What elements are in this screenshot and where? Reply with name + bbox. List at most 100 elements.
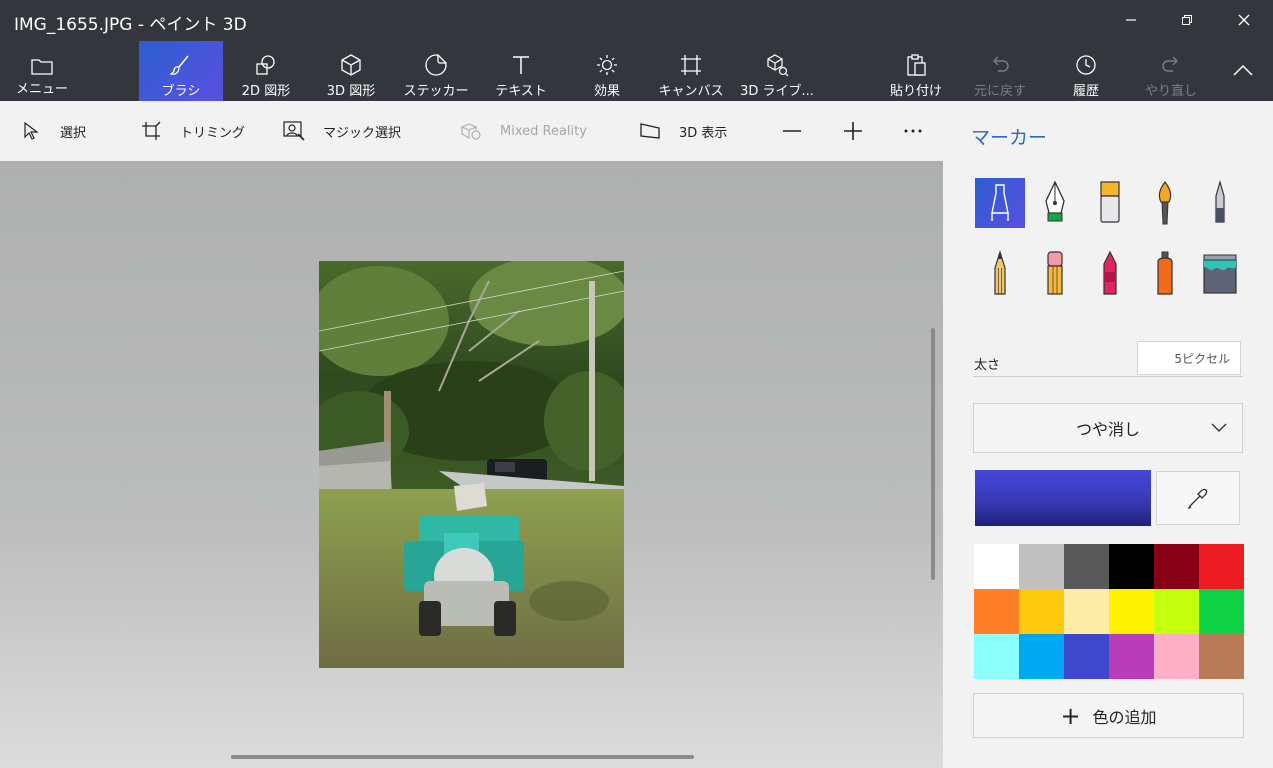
crop-label: トリミング [180,125,246,141]
vertical-scrollbar[interactable] [931,328,935,580]
palette-swatch[interactable] [1109,589,1154,634]
pencil-brush[interactable] [975,248,1025,298]
palette-swatch[interactable] [974,634,1019,679]
palette-swatch[interactable] [1154,589,1199,634]
palette-swatch[interactable] [1064,634,1109,679]
palette-swatch[interactable] [1199,544,1244,589]
palette-swatch[interactable] [1019,544,1064,589]
oil-brush[interactable] [1085,178,1135,228]
fill-bucket-icon [1203,254,1237,294]
minimize-button[interactable] [1116,8,1146,32]
menu-button[interactable]: メニュー [6,41,78,101]
eyedropper-icon [1187,488,1208,509]
canvas-crop-icon [681,55,701,75]
tab-2d-shapes[interactable]: 2D 図形 [229,41,303,101]
palette-swatch[interactable] [974,544,1019,589]
minus-icon [783,130,801,132]
eraser-icon [1047,251,1063,295]
palette-swatch[interactable] [1109,634,1154,679]
3d-view-icon [640,123,660,139]
tab-canvas-label: キャンバス [658,84,724,99]
redo-label: やり直し [1144,84,1197,99]
menu-label: メニュー [15,82,68,97]
chevron-up-icon [1233,64,1253,76]
crop-button[interactable]: トリミング [140,118,245,144]
tab-3d-library-label: 3D ライブ... [740,84,814,99]
close-button[interactable] [1229,8,1259,32]
thickness-label: 太さ [974,358,1001,373]
palette-swatch[interactable] [974,589,1019,634]
tab-3d-shapes-label: 3D 図形 [326,84,376,99]
palette-swatch[interactable] [1019,589,1064,634]
crayon-brush[interactable] [1085,248,1135,298]
more-dots-icon [904,129,922,133]
fill-bucket-brush[interactable] [1195,248,1245,298]
more-options-button[interactable] [903,118,923,144]
add-color-button[interactable]: + 色の追加 [973,693,1244,738]
history-label: 履歴 [1072,84,1099,99]
history-clock-icon [1076,55,1096,75]
paste-label: 貼り付け [889,84,942,99]
cursor-arrow-icon [24,122,39,140]
eraser-brush[interactable] [1030,248,1080,298]
add-color-label: 色の追加 [1092,707,1157,727]
canvas-photo[interactable] [319,261,624,668]
palette-swatch[interactable] [1154,634,1199,679]
horizontal-scrollbar[interactable] [231,755,694,759]
palette-swatch[interactable] [1064,589,1109,634]
paste-icon [907,54,926,76]
palette-swatch[interactable] [1019,634,1064,679]
calligraphy-pen-brush[interactable] [1030,178,1080,228]
palette-swatch[interactable] [1109,544,1154,589]
thickness-input[interactable]: 5ピクセル [1137,341,1241,375]
3d-cube-icon [341,54,361,76]
pixel-pen-brush[interactable] [1195,178,1245,228]
undo-button[interactable]: 元に戻す [964,41,1036,101]
plus-icon [844,122,862,140]
history-button[interactable]: 履歴 [1050,41,1122,101]
restore-button[interactable] [1172,8,1202,32]
select-button[interactable]: 選択 [20,118,86,144]
2d-shapes-icon [256,55,275,75]
current-color-swatch[interactable] [975,470,1151,526]
mixed-reality-button[interactable]: Mixed Reality [460,118,587,144]
tab-3d-library[interactable]: 3D ライブ... [737,41,817,101]
thickness-slider[interactable] [973,376,1243,377]
spray-can-brush[interactable] [1140,248,1190,298]
chevron-down-icon [1211,423,1227,432]
top-bar: IMG_1655.JPG - ペイント 3D メニュー ブラシ 2D 図形 3D… [0,0,1273,101]
text-icon [513,56,529,74]
marker-brush[interactable] [975,178,1025,228]
close-icon [1238,14,1250,26]
eyedropper-button[interactable] [1156,471,1240,525]
finish-dropdown[interactable]: つや消し [973,403,1243,453]
tab-3d-shapes[interactable]: 3D 図形 [314,41,388,101]
3d-library-icon [767,54,789,77]
palette-swatch[interactable] [1199,634,1244,679]
tab-stickers[interactable]: ステッカー [398,41,474,101]
window-title: IMG_1655.JPG - ペイント 3D [14,15,247,35]
paste-button[interactable]: 貼り付け [880,41,952,101]
photo-image [319,261,624,668]
palette-swatch[interactable] [1199,589,1244,634]
tab-effects[interactable]: 効果 [570,41,644,101]
zoom-in-button[interactable] [843,118,863,144]
minimize-icon [1126,19,1136,21]
oil-brush-icon [1100,181,1120,223]
magic-select-button[interactable]: マジック選択 [283,118,401,144]
collapse-toolbar-button[interactable] [1228,58,1258,82]
mixed-reality-label: Mixed Reality [500,123,587,139]
undo-label: 元に戻す [973,84,1026,99]
3d-view-button[interactable]: 3D 表示 [639,118,727,144]
palette-swatch[interactable] [1154,544,1199,589]
tab-text[interactable]: テキスト [484,41,558,101]
redo-icon [1162,56,1178,72]
3d-view-label: 3D 表示 [679,125,728,141]
magic-select-icon [283,121,305,141]
watercolor-brush[interactable] [1140,178,1190,228]
tab-brushes[interactable]: ブラシ [139,41,223,101]
tab-canvas[interactable]: キャンバス [653,41,729,101]
zoom-out-button[interactable] [782,118,802,144]
redo-button[interactable]: やり直し [1135,41,1207,101]
palette-swatch[interactable] [1064,544,1109,589]
